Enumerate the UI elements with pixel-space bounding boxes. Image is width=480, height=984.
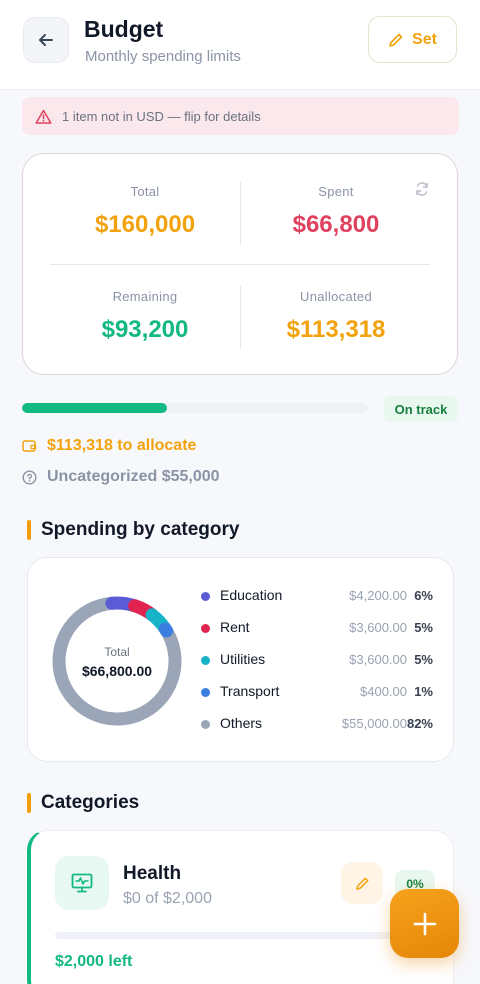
categories-section-title: Categories: [41, 792, 140, 813]
category-icon-container: [55, 856, 109, 910]
legend-name: Education: [220, 587, 283, 603]
edit-category-button[interactable]: [341, 862, 383, 904]
legend-item[interactable]: Others $55,000.00 82%: [201, 714, 433, 746]
categories-section-header: Categories: [27, 792, 139, 814]
refresh-icon[interactable]: [415, 182, 429, 196]
add-category-button[interactable]: [390, 889, 459, 958]
page-subtitle: Monthly spending limits: [85, 48, 241, 65]
spent-value: $66,800: [292, 211, 380, 238]
section-accent-bar: [27, 520, 31, 540]
uncategorized-info: Uncategorized $55,000: [22, 468, 220, 486]
remaining-stat: Remaining $93,200: [50, 289, 240, 344]
legend-percent: 6%: [414, 588, 433, 603]
spending-chart-card: Total $66,800.00 Education $4,200.00 6% …: [27, 557, 454, 762]
legend-name: Transport: [220, 683, 280, 699]
back-button[interactable]: [23, 17, 69, 63]
legend-percent: 1%: [414, 684, 433, 699]
set-button[interactable]: Set: [368, 16, 457, 63]
category-remaining: $2,000 left: [55, 953, 133, 970]
spent-stat: Spent $66,800: [241, 184, 431, 239]
currency-alert[interactable]: 1 item not in USD — flip for details: [22, 97, 459, 135]
legend-item[interactable]: Education $4,200.00 6%: [201, 586, 433, 618]
allocate-text: $113,318 to allocate: [47, 437, 197, 454]
spending-section-header: Spending by category: [27, 519, 239, 541]
donut-slice-transport[interactable]: [158, 622, 174, 638]
spending-section-title: Spending by category: [41, 519, 240, 540]
plus-icon: [413, 912, 436, 935]
legend-name: Others: [220, 715, 263, 731]
pencil-icon: [355, 877, 368, 890]
help-circle-icon: [22, 469, 37, 485]
spending-legend: Education $4,200.00 6% Rent $3,600.00 5%…: [201, 586, 433, 746]
budget-summary-card: Total $160,000 Spent $66,800 Remaining $…: [22, 153, 458, 375]
remaining-value: $93,200: [101, 316, 189, 343]
monitor-health-icon: [71, 873, 93, 893]
budget-progress-bar: [22, 403, 368, 413]
legend-dot: [201, 720, 210, 729]
legend-amount: $3,600.00: [349, 652, 407, 667]
unallocated-stat: Unallocated $113,318: [241, 289, 431, 344]
legend-amount: $4,200.00: [349, 588, 407, 603]
legend-percent: 82%: [406, 716, 433, 731]
alert-text: 1 item not in USD — flip for details: [62, 108, 261, 124]
legend-item[interactable]: Rent $3,600.00 5%: [201, 618, 433, 650]
set-button-label: Set: [412, 30, 437, 48]
arrow-left-icon: [39, 34, 53, 46]
spent-label: Spent: [318, 184, 354, 199]
legend-dot: [201, 624, 210, 633]
legend-percent: 5%: [414, 620, 433, 635]
donut-center-label: Total: [104, 645, 130, 659]
legend-name: Rent: [220, 619, 250, 635]
donut-center: Total $66,800.00: [52, 645, 182, 679]
legend-percent: 5%: [414, 652, 433, 667]
status-badge: On track: [384, 396, 458, 422]
progress-fill: [22, 403, 168, 413]
total-stat: Total $160,000: [50, 184, 240, 239]
legend-amount: $400.00: [360, 684, 407, 699]
unallocated-value: $113,318: [286, 316, 386, 343]
remaining-label: Remaining: [112, 289, 178, 304]
legend-item[interactable]: Transport $400.00 1%: [201, 682, 433, 714]
allocate-info[interactable]: $113,318 to allocate: [22, 437, 196, 455]
app-header: Budget Monthly spending limits Set: [0, 0, 480, 90]
unallocated-label: Unallocated: [300, 289, 372, 304]
category-progress-bar: [55, 932, 395, 939]
pencil-icon: [389, 33, 403, 47]
legend-name: Utilities: [220, 651, 266, 667]
total-value: $160,000: [94, 211, 196, 238]
legend-amount: $55,000.00: [341, 716, 407, 731]
donut-center-value: $66,800.00: [81, 663, 153, 679]
warning-triangle-icon: [35, 109, 52, 124]
category-name: Health: [123, 863, 182, 884]
legend-dot: [201, 592, 210, 601]
page-title: Budget: [84, 16, 164, 42]
legend-item[interactable]: Utilities $3,600.00 5%: [201, 650, 433, 682]
wallet-icon: [22, 440, 37, 452]
legend-dot: [201, 656, 210, 665]
legend-dot: [201, 688, 210, 697]
section-accent-bar: [27, 793, 31, 813]
category-spent-of-limit: $0 of $2,000: [123, 890, 212, 907]
divider: [50, 264, 430, 265]
total-label: Total: [130, 184, 160, 199]
uncategorized-text: Uncategorized $55,000: [47, 468, 220, 485]
legend-amount: $3,600.00: [349, 620, 407, 635]
